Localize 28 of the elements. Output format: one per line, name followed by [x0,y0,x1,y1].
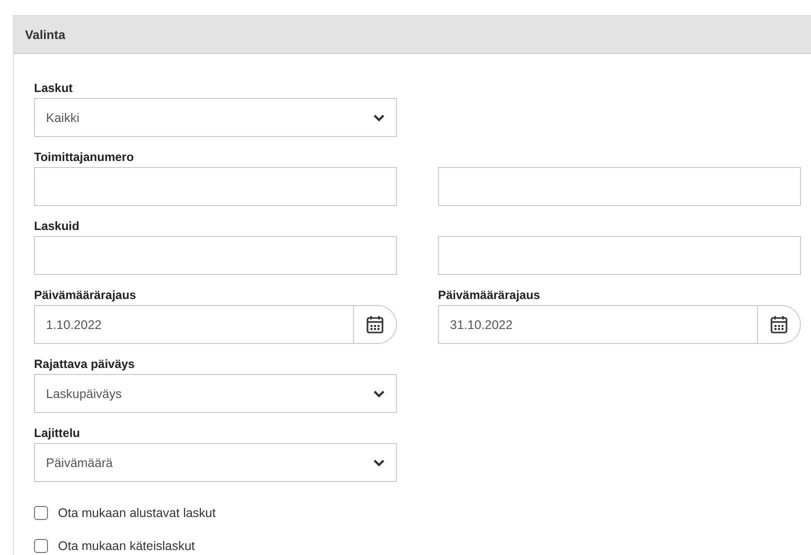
text-input[interactable] [34,167,397,206]
field-label: Laskut [34,81,73,95]
calendar-button[interactable] [757,305,801,344]
date-field[interactable]: 1.10.2022 [34,305,353,344]
dropdown-field[interactable]: Päivämäärä [34,443,397,482]
field-label: Toimittajanumero [34,150,134,164]
chevron-down-icon [373,458,385,466]
chevron-down-icon [373,114,385,122]
calendar-icon [770,315,788,334]
dropdown-field[interactable]: Laskupäiväys [34,374,397,413]
calendar-icon [366,315,384,334]
field-label: Lajittelu [34,426,80,440]
field-label: Päivämäärärajaus [34,288,136,302]
field-label: Rajattava päiväys [34,357,135,371]
panel-title: Valinta [25,28,66,42]
text-input[interactable] [34,236,397,275]
checkbox[interactable] [34,538,48,552]
checkbox[interactable] [34,506,48,520]
text-input[interactable] [438,236,801,275]
calendar-button[interactable] [353,305,397,344]
field-label: Laskuid [34,219,80,233]
checkbox-label: Ota mukaan alustavat laskut [58,506,216,520]
text-input[interactable] [438,167,801,206]
date-field[interactable]: 31.10.2022 [438,305,757,344]
field-label: Päivämäärärajaus [438,288,540,302]
dropdown-field[interactable]: Kaikki [34,98,397,137]
chevron-down-icon [373,390,385,398]
checkbox-label: Ota mukaan käteislaskut [58,538,195,552]
